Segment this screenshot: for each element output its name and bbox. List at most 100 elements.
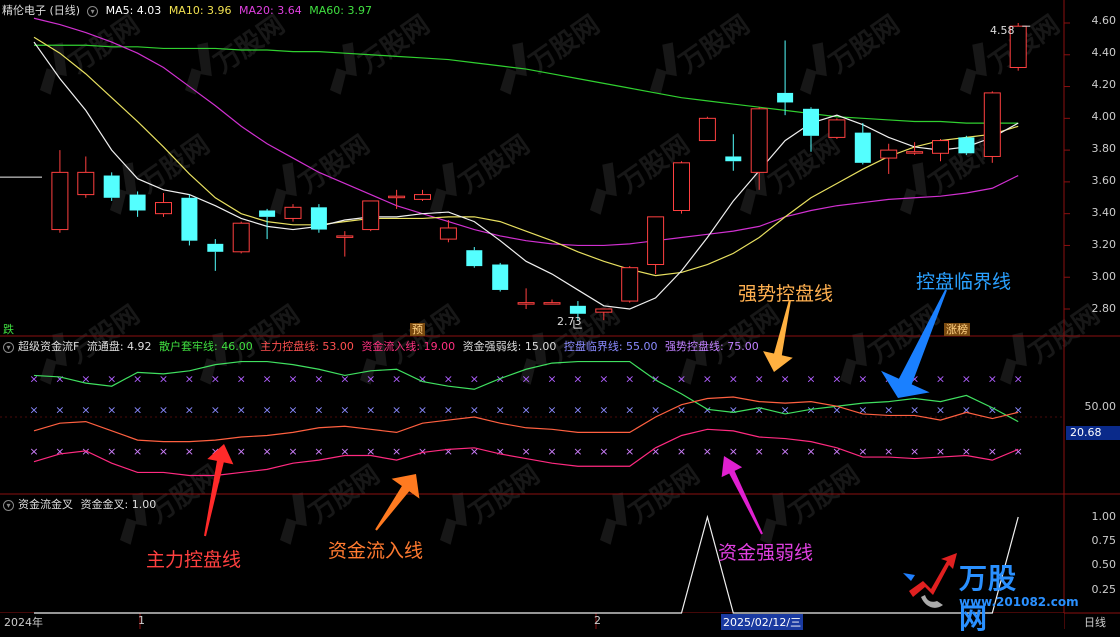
watermark-brand-text: 万股网 [354, 10, 435, 79]
main-control-legend: 主力控盘线: 53.00 [260, 340, 354, 353]
candle [77, 156, 95, 198]
candle-body [750, 108, 768, 173]
watermark-mark: 万股网 [500, 10, 605, 95]
ind-cross-mark: × [418, 373, 427, 386]
ind-cross-mark: × [470, 373, 479, 386]
candle-body [803, 108, 819, 136]
watermark-brand-text: 万股网 [824, 10, 905, 79]
year-label: 2024年 [4, 616, 43, 629]
settings-icon[interactable]: ▾ [87, 5, 99, 17]
forecast-tag[interactable]: 预 [410, 323, 425, 336]
ind-cross-mark: × [729, 403, 738, 416]
ind-cross-mark: × [677, 445, 686, 458]
ind-cross-mark: × [29, 403, 38, 416]
price-tick: 3.40 [1091, 206, 1117, 219]
candle-body [492, 264, 509, 290]
ind-cross-mark: × [470, 445, 479, 458]
ind-cross-mark: × [936, 373, 945, 386]
ind-cross-mark: × [29, 373, 38, 386]
ind-cross-mark: × [599, 373, 608, 386]
inflow-legend: 资金流入线: 19.00 [361, 340, 456, 353]
watermark-brand-text: 万股网 [304, 460, 385, 529]
ind-cross-mark: × [625, 445, 634, 458]
ind-cross-mark: × [340, 403, 349, 416]
ind-cross-mark: × [625, 403, 634, 416]
sub-title[interactable]: 资金流金叉 [18, 498, 73, 511]
ind-cross-mark: × [418, 403, 427, 416]
sub-panel-header: ▾ 资金流金叉 资金金叉: 1.00 [0, 496, 160, 514]
watermark-mark: 万股网 [1000, 300, 1105, 385]
sub-settings-icon[interactable]: ▾ [3, 499, 14, 511]
candle-body [647, 216, 665, 266]
ind-cross-mark: × [547, 403, 556, 416]
candle-body [207, 243, 224, 252]
candle-body [517, 302, 535, 305]
candle [983, 91, 1001, 163]
candle [466, 247, 483, 268]
candle-body [569, 305, 586, 314]
retail-line-legend: 散户套牢线: 46.00 [159, 340, 253, 353]
price-tick: 4.20 [1091, 78, 1117, 91]
ind-cross-mark: × [185, 373, 194, 386]
indicator-settings-icon[interactable]: ▾ [3, 341, 14, 353]
ind-cross-mark: × [418, 445, 427, 458]
ind-cross-mark: × [314, 445, 323, 458]
ind-cross-mark: × [314, 403, 323, 416]
ind-cross-mark: × [910, 445, 919, 458]
watermark-brand-text: 万股网 [864, 300, 945, 369]
candle-body [621, 267, 639, 302]
candle-body [362, 200, 380, 231]
ind-cross-mark: × [780, 373, 789, 386]
watermark-mark: 万股网 [430, 130, 535, 215]
price-tick: 3.80 [1091, 142, 1117, 155]
sub-tick: 0.25 [1091, 583, 1117, 596]
candle-body [983, 92, 1001, 157]
ind-cross-mark: × [314, 373, 323, 386]
candle [828, 118, 846, 139]
ind-cross-mark: × [521, 445, 530, 458]
candle-body [232, 222, 250, 253]
ind-cross-mark: × [755, 445, 764, 458]
ind-cross-mark: × [910, 403, 919, 416]
sub-tick: 1.00 [1091, 510, 1117, 523]
candle [777, 40, 794, 116]
ind-cross-mark: × [185, 445, 194, 458]
ind-cross-mark: × [962, 403, 971, 416]
candle [621, 266, 639, 303]
candle [854, 123, 871, 165]
candle-body [777, 92, 794, 103]
rise-list-tag[interactable]: 涨榜 [944, 323, 970, 336]
candle-body [932, 140, 949, 154]
ind-cross-mark: × [444, 445, 453, 458]
candle [958, 135, 975, 155]
candle [310, 204, 327, 233]
candle-body [595, 308, 613, 313]
ind-cross-mark: × [936, 403, 945, 416]
watermark-mark: 万股网 [960, 10, 1065, 95]
candle-body [958, 137, 975, 154]
ind-cross-mark: × [755, 403, 764, 416]
watermark-brand-text: 万股网 [674, 10, 755, 79]
candle-body [51, 171, 69, 231]
indicator-title[interactable]: 超级资金流F [18, 340, 79, 353]
period-label[interactable]: 日线 [1084, 614, 1106, 630]
ind-cross-mark: × [521, 403, 530, 416]
watermark-brand-text: 万股网 [64, 300, 145, 369]
ind-cross-mark: × [573, 403, 582, 416]
ind-cross-mark: × [599, 445, 608, 458]
ind-cross-mark: × [1014, 373, 1023, 386]
ind-cross-mark: × [858, 373, 867, 386]
ind-cross-mark: × [159, 445, 168, 458]
main-title[interactable]: 精伦电子 (日线) [2, 4, 80, 17]
candle-body [466, 250, 483, 267]
watermark-brand-text: 万股网 [524, 10, 605, 79]
candle [181, 194, 198, 246]
ind-cross-mark: × [780, 445, 789, 458]
ind-cross-mark: × [962, 373, 971, 386]
ind-cross-mark: × [625, 373, 634, 386]
strong-control-legend: 强势控盘线: 75.00 [665, 340, 759, 353]
date-axis-bg [0, 613, 1064, 629]
candle [698, 116, 716, 142]
candle [673, 161, 690, 214]
ind-cross-mark: × [107, 373, 116, 386]
